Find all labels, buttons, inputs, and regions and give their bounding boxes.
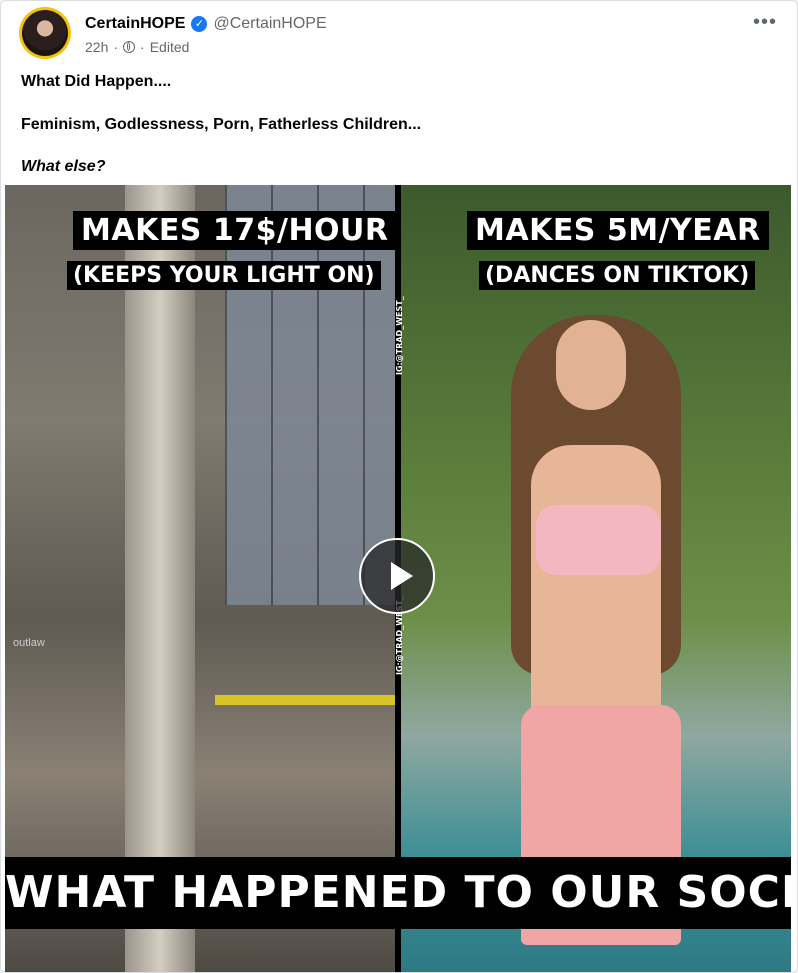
body — [531, 445, 661, 745]
post-meta: 22h · · Edited — [85, 39, 189, 55]
right-caption-title: MAKES 5M/YEAR — [467, 211, 769, 250]
avatar[interactable] — [19, 7, 71, 59]
left-caption-title: MAKES 17$/HOUR — [73, 211, 397, 250]
left-overlay-text: outlaw — [13, 637, 45, 649]
post-card: CertainHOPE ✓ @CertainHOPE 22h · · Edite… — [0, 0, 798, 973]
meta-separator: · — [113, 39, 119, 55]
yellow-rail — [215, 695, 395, 705]
post-header: CertainHOPE ✓ @CertainHOPE 22h · · Edite… — [19, 7, 779, 63]
watermark-top: IG:@TRAD_WEST_ — [395, 296, 404, 375]
author-row: CertainHOPE ✓ @CertainHOPE — [85, 15, 327, 33]
video-player[interactable]: MAKES 17$/HOUR (KEEPS YOUR LIGHT ON) MAK… — [5, 185, 791, 972]
play-icon — [391, 562, 413, 590]
edited-label[interactable]: Edited — [150, 39, 190, 55]
drill-pipe — [125, 185, 195, 972]
post-text-line-1: What Did Happen.... — [21, 73, 172, 90]
author-name[interactable]: CertainHOPE — [85, 15, 185, 33]
play-button[interactable] — [359, 538, 435, 614]
right-video-panel — [401, 185, 791, 972]
more-options-icon[interactable]: ••• — [751, 11, 779, 39]
left-caption-subtitle: (KEEPS YOUR LIGHT ON) — [67, 261, 381, 290]
bottom-banner: WHAT HAPPENED TO OUR SOCIETY? — [5, 857, 791, 929]
globe-icon[interactable] — [123, 41, 136, 53]
verified-badge-icon: ✓ — [191, 16, 208, 32]
post-time[interactable]: 22h — [85, 39, 108, 55]
meta-separator-2: · — [140, 39, 145, 55]
author-handle[interactable]: @CertainHOPE — [213, 15, 326, 33]
post-text-line-2: Feminism, Godlessness, Porn, Fatherless … — [21, 116, 422, 133]
left-video-panel — [5, 185, 395, 972]
right-caption-subtitle: (DANCES ON TIKTOK) — [479, 261, 756, 290]
post-text-line-3: What else? — [21, 158, 106, 175]
face — [556, 320, 626, 410]
avatar-image — [22, 10, 68, 56]
pink-top — [536, 505, 661, 575]
